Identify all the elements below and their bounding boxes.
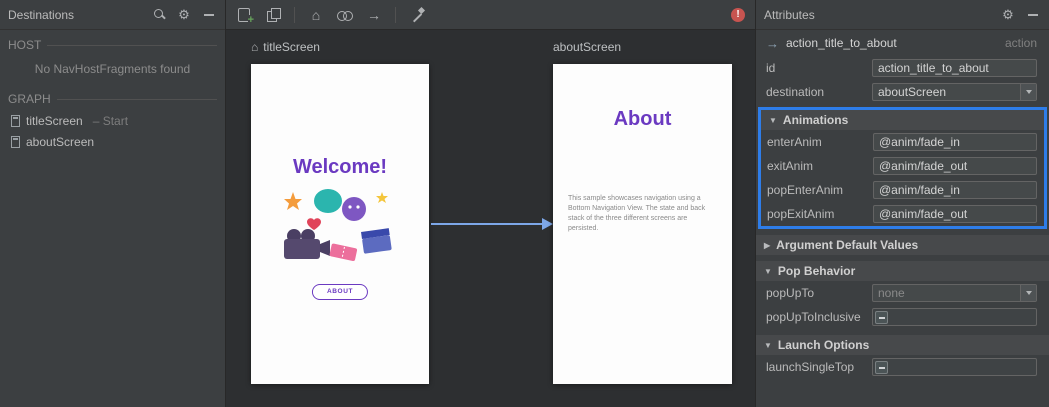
id-field[interactable] bbox=[872, 59, 1037, 77]
search-icon[interactable] bbox=[151, 7, 167, 23]
id-row: id bbox=[756, 56, 1049, 80]
chevron-down-icon bbox=[1020, 84, 1036, 100]
home-icon[interactable]: ⌂ bbox=[308, 7, 324, 23]
destination-label: destination bbox=[766, 85, 825, 99]
enteranim-row: enterAnim bbox=[761, 130, 1044, 154]
host-empty-message: No NavHostFragments found bbox=[34, 62, 191, 76]
collapse-triangle-icon: ▼ bbox=[769, 115, 777, 125]
destinations-header: Destinations ⚙ bbox=[0, 0, 225, 30]
popuptoinclusive-checkbox[interactable] bbox=[872, 308, 1037, 326]
sidebar-item-titlescreen[interactable]: titleScreen – Start bbox=[0, 110, 225, 131]
graph-section-header: GRAPH bbox=[0, 88, 225, 110]
screen-icon bbox=[11, 135, 20, 148]
nav-editor: + ⌂ → ! ⌂ titleScreen Welcome! ABOUT abo… bbox=[226, 0, 755, 407]
launchsingletop-checkbox[interactable] bbox=[872, 358, 1037, 376]
launch-options-section-header[interactable]: ▼ Launch Options bbox=[756, 335, 1049, 355]
indeterminate-checkbox-icon bbox=[875, 360, 888, 374]
argument-defaults-section-header[interactable]: ▶ Argument Default Values bbox=[756, 235, 1049, 255]
new-destination-icon[interactable]: + bbox=[236, 7, 254, 26]
nav-graph-canvas[interactable]: ⌂ titleScreen Welcome! ABOUT aboutScreen… bbox=[226, 30, 755, 407]
deep-link-icon[interactable] bbox=[337, 7, 353, 23]
sidebar-item-aboutscreen[interactable]: aboutScreen bbox=[0, 131, 225, 152]
minimize-icon[interactable] bbox=[1025, 7, 1041, 23]
titlescreen-preview[interactable]: Welcome! ABOUT bbox=[251, 64, 429, 384]
expand-triangle-icon: ▶ bbox=[764, 240, 771, 250]
error-badge-icon[interactable]: ! bbox=[731, 7, 745, 22]
action-name: action_title_to_about bbox=[786, 36, 897, 50]
attributes-panel: Attributes ⚙ → action_title_to_about act… bbox=[755, 0, 1049, 407]
aboutscreen-label[interactable]: aboutScreen bbox=[553, 40, 621, 54]
enteranim-field[interactable] bbox=[873, 133, 1037, 151]
popexitanim-field[interactable] bbox=[873, 205, 1037, 223]
auto-arrange-icon[interactable] bbox=[409, 7, 425, 23]
graph-section-label: GRAPH bbox=[8, 92, 51, 106]
start-destination-home-icon: ⌂ bbox=[251, 40, 259, 54]
popenteranim-field[interactable] bbox=[873, 181, 1037, 199]
id-label: id bbox=[766, 61, 776, 75]
destination-dropdown[interactable]: aboutScreen bbox=[872, 83, 1037, 101]
popupto-row: popUpTo none bbox=[756, 281, 1049, 305]
add-action-icon[interactable]: → bbox=[366, 7, 382, 23]
collapse-triangle-icon: ▼ bbox=[764, 266, 772, 276]
gear-icon[interactable]: ⚙ bbox=[176, 7, 192, 23]
exitanim-row: exitAnim bbox=[761, 154, 1044, 178]
launchsingletop-row: launchSingleTop bbox=[756, 355, 1049, 379]
animations-section-header[interactable]: ▼ Animations bbox=[761, 110, 1044, 130]
destinations-title: Destinations bbox=[8, 7, 75, 22]
indeterminate-checkbox-icon bbox=[875, 310, 888, 324]
title-illustration bbox=[284, 189, 392, 262]
about-body-text: This sample showcases navigation using a… bbox=[568, 195, 706, 233]
popupto-dropdown[interactable]: none bbox=[872, 284, 1037, 302]
host-section-header: HOST bbox=[0, 34, 225, 56]
popuptoinclusive-row: popUpToInclusive bbox=[756, 305, 1049, 329]
animations-selection-box: ▼ Animations enterAnim exitAnim popEnter… bbox=[758, 107, 1047, 229]
duplicate-icon[interactable] bbox=[265, 7, 281, 23]
exitanim-field[interactable] bbox=[873, 157, 1037, 175]
titlescreen-label[interactable]: ⌂ titleScreen bbox=[251, 40, 320, 54]
action-arrow[interactable] bbox=[431, 216, 553, 232]
action-kind: action bbox=[1004, 36, 1037, 50]
about-heading: About bbox=[613, 108, 672, 130]
gear-icon[interactable]: ⚙ bbox=[1000, 7, 1016, 23]
popexitanim-row: popExitAnim bbox=[761, 202, 1044, 226]
collapse-triangle-icon: ▼ bbox=[764, 340, 772, 350]
start-destination-suffix: – Start bbox=[92, 113, 129, 128]
host-section-label: HOST bbox=[8, 38, 42, 52]
screen-icon bbox=[11, 114, 20, 127]
aboutscreen-preview[interactable]: About This sample showcases navigation u… bbox=[553, 64, 732, 384]
destinations-panel: Destinations ⚙ HOST No NavHostFragments … bbox=[0, 0, 226, 407]
tree-item-label: aboutScreen bbox=[26, 134, 95, 149]
destination-row: destination aboutScreen bbox=[756, 80, 1049, 104]
action-arrow-icon: → bbox=[766, 35, 779, 51]
pop-behavior-section-header[interactable]: ▼ Pop Behavior bbox=[756, 261, 1049, 281]
selected-action-row: → action_title_to_about action bbox=[756, 30, 1049, 56]
minimize-icon[interactable] bbox=[201, 7, 217, 23]
attributes-header: Attributes ⚙ bbox=[756, 0, 1049, 30]
canvas-toolbar: + ⌂ → ! bbox=[226, 0, 755, 30]
popenteranim-row: popEnterAnim bbox=[761, 178, 1044, 202]
about-button[interactable]: ABOUT bbox=[311, 284, 369, 301]
attributes-title: Attributes bbox=[764, 7, 815, 22]
welcome-heading: Welcome! bbox=[292, 156, 388, 178]
tree-item-label: titleScreen bbox=[26, 113, 83, 128]
chevron-down-icon bbox=[1020, 285, 1036, 301]
